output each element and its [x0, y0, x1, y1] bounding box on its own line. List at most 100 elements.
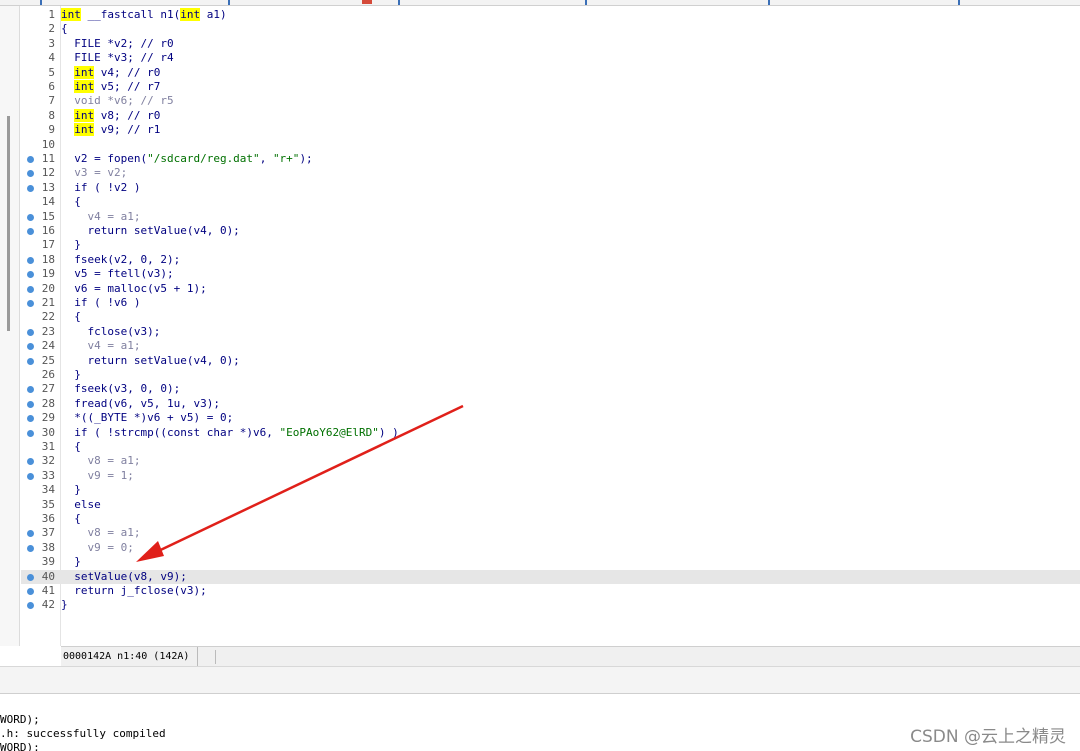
- code-token: }: [61, 598, 68, 612]
- line-number: 30: [41, 425, 55, 439]
- code-line[interactable]: 9 int v9; // r1: [21, 123, 1080, 137]
- line-number: 39: [41, 555, 55, 569]
- code-text: fclose(v3);: [61, 325, 160, 339]
- code-line[interactable]: 12 v3 = v2;: [21, 166, 1080, 180]
- code-line[interactable]: 36 {: [21, 512, 1080, 526]
- line-number: 21: [41, 296, 55, 309]
- code-token: v8 = a1;: [61, 526, 141, 540]
- code-line[interactable]: 2{: [21, 22, 1080, 36]
- code-token: return setValue(v4, 0);: [61, 353, 240, 367]
- keyword-token: int: [74, 80, 95, 93]
- code-line[interactable]: 7 void *v6; // r5: [21, 94, 1080, 108]
- status-bar: 0000142A n1:40 (142A): [61, 646, 1080, 667]
- keyword-token: int: [61, 8, 81, 21]
- line-number: 22: [41, 310, 55, 324]
- line-number: 27: [41, 382, 55, 396]
- code-line[interactable]: 32 v8 = a1;: [21, 454, 1080, 468]
- code-token: a1): [200, 8, 227, 21]
- code-text: fseek(v2, 0, 2);: [61, 253, 180, 267]
- tab-marker[interactable]: [40, 0, 42, 5]
- code-text: }: [61, 238, 81, 252]
- code-token: FILE *v2; // r0: [61, 36, 174, 50]
- tab-marker[interactable]: [228, 0, 230, 5]
- tab-marker[interactable]: [958, 0, 960, 5]
- code-token: v9 = 0;: [61, 540, 134, 554]
- code-line[interactable]: 13 if ( !v2 ): [21, 181, 1080, 195]
- tab-marker[interactable]: [398, 0, 400, 5]
- code-line[interactable]: 39 }: [21, 555, 1080, 569]
- code-token: v5; // r7: [94, 80, 161, 93]
- code-text: }: [61, 368, 81, 382]
- line-number: 6: [48, 80, 55, 93]
- line-number: 17: [41, 238, 55, 252]
- code-line[interactable]: 16 return setValue(v4, 0);: [21, 224, 1080, 238]
- code-text: fread(v6, v5, 1u, v3);: [61, 397, 220, 411]
- line-number: 42: [41, 598, 55, 612]
- code-line[interactable]: 38 v9 = 0;: [21, 541, 1080, 555]
- code-text: if ( !v2 ): [61, 181, 140, 195]
- line-number: 33: [41, 468, 55, 482]
- code-line[interactable]: 20 v6 = malloc(v5 + 1);: [21, 282, 1080, 296]
- code-line[interactable]: 3 FILE *v2; // r0: [21, 37, 1080, 51]
- left-panel-edge: [0, 6, 20, 646]
- code-token: }: [61, 368, 81, 381]
- pseudocode-view[interactable]: 1 int __fastcall n1(int a1) 2{3 FILE *v2; …: [21, 6, 1080, 646]
- code-text: FILE *v3; // r4: [61, 51, 173, 65]
- code-line[interactable]: 31 {: [21, 440, 1080, 454]
- line-number: 13: [41, 180, 55, 194]
- code-line[interactable]: 37 v8 = a1;: [21, 526, 1080, 540]
- panel-splitter[interactable]: [0, 667, 1080, 694]
- code-token: {: [61, 440, 81, 453]
- line-number: 4: [48, 51, 55, 65]
- code-line[interactable]: 21 if ( !v6 ): [21, 296, 1080, 310]
- code-line[interactable]: 19 v5 = ftell(v3);: [21, 267, 1080, 281]
- code-token: v9 = 1;: [61, 468, 134, 482]
- code-line[interactable]: 18 fseek(v2, 0, 2);: [21, 253, 1080, 267]
- status-divider: [215, 650, 216, 664]
- code-line[interactable]: 42}: [21, 598, 1080, 612]
- output-line: WORD);: [0, 741, 40, 751]
- code-line[interactable]: 17 }: [21, 238, 1080, 252]
- line-number: 14: [41, 195, 55, 209]
- code-line[interactable]: 6 int v5; // r7: [21, 80, 1080, 94]
- code-line[interactable]: 24 v4 = a1;: [21, 339, 1080, 353]
- code-line[interactable]: 29 *((_BYTE *)v6 + v5) = 0;: [21, 411, 1080, 425]
- code-line[interactable]: 30 if ( !strcmp((const char *)v6, "EoPAo…: [21, 426, 1080, 440]
- vertical-scrollbar[interactable]: [7, 116, 10, 331]
- code-line[interactable]: 10: [21, 138, 1080, 152]
- code-line[interactable]: 15 v4 = a1;: [21, 210, 1080, 224]
- tab-close-icon[interactable]: [362, 0, 372, 4]
- code-line[interactable]: 11 v2 = fopen("/sdcard/reg.dat", "r+");: [21, 152, 1080, 166]
- tab-marker[interactable]: [585, 0, 587, 5]
- code-text: }: [61, 598, 68, 612]
- code-line[interactable]: 28 fread(v6, v5, 1u, v3);: [21, 397, 1080, 411]
- code-line[interactable]: 4 FILE *v3; // r4: [21, 51, 1080, 65]
- code-line[interactable]: 27 fseek(v3, 0, 0);: [21, 382, 1080, 396]
- code-text: if ( !strcmp((const char *)v6, "EoPAoY62…: [61, 426, 399, 440]
- line-number: 37: [41, 526, 55, 540]
- code-line[interactable]: 5 int v4; // r0: [21, 65, 1080, 80]
- code-line[interactable]: 26 }: [21, 368, 1080, 382]
- code-line[interactable]: 25 return setValue(v4, 0);: [21, 354, 1080, 368]
- code-text: void *v6; // r5: [61, 94, 173, 108]
- line-number: 34: [41, 483, 55, 497]
- code-token: }: [61, 483, 81, 497]
- code-line[interactable]: 33 v9 = 1;: [21, 469, 1080, 483]
- code-line[interactable]: 22 {: [21, 310, 1080, 324]
- code-token: else: [61, 497, 101, 511]
- tab-marker[interactable]: [768, 0, 770, 5]
- line-number: 12: [41, 166, 55, 180]
- code-line[interactable]: 40 setValue(v8, v9);: [21, 569, 1080, 584]
- code-line[interactable]: 35 else: [21, 498, 1080, 512]
- code-text: int v5; // r7: [61, 80, 160, 94]
- code-line[interactable]: 41 return j_fclose(v3);: [21, 584, 1080, 598]
- code-line[interactable]: 23 fclose(v3);: [21, 325, 1080, 339]
- code-line[interactable]: 34 }: [21, 483, 1080, 497]
- code-text: {: [61, 195, 81, 209]
- code-line[interactable]: 1 int __fastcall n1(int a1): [21, 8, 1080, 22]
- code-text: return setValue(v4, 0);: [61, 224, 239, 238]
- code-line[interactable]: 8 int v8; // r0: [21, 108, 1080, 123]
- code-line[interactable]: 14 {: [21, 195, 1080, 209]
- line-number: 26: [41, 368, 55, 381]
